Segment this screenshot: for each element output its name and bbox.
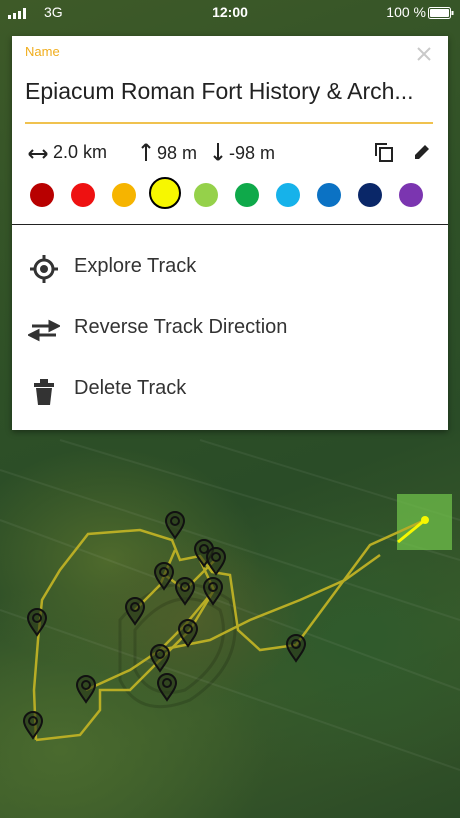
descent-icon [213, 143, 223, 161]
ascent-icon [141, 143, 151, 161]
name-underline [25, 122, 433, 124]
edit-icon[interactable] [412, 142, 432, 167]
color-swatch[interactable] [30, 183, 54, 207]
status-bar: 3G 12:00 100 % [0, 0, 460, 24]
distance-stat: 2.0 km [28, 142, 107, 163]
ascent-value: 98 m [157, 143, 198, 163]
ascent-stat: 98 m [140, 142, 197, 164]
track-path [32, 518, 426, 742]
descent-value: -98 m [229, 143, 276, 163]
reverse-direction-label: Reverse Track Direction [74, 316, 288, 338]
color-swatch[interactable] [399, 183, 423, 207]
divider [12, 224, 448, 225]
battery-icon [428, 6, 454, 22]
copy-icon[interactable] [374, 142, 394, 167]
name-label: Name [25, 44, 60, 59]
descent-stat: -98 m [212, 142, 275, 164]
color-swatch[interactable] [194, 183, 218, 207]
explore-track-label: Explore Track [74, 255, 197, 277]
color-picker [28, 177, 438, 213]
battery-percent: 100 % [386, 4, 426, 20]
color-swatch[interactable] [317, 183, 341, 207]
reverse-direction-button[interactable]: Reverse Track Direction [12, 300, 448, 356]
color-swatch[interactable] [71, 183, 95, 207]
color-swatch[interactable] [112, 183, 136, 207]
color-swatch[interactable] [149, 177, 181, 209]
reverse-direction-icon [28, 319, 60, 342]
delete-track-label: Delete Track [74, 377, 187, 399]
close-icon[interactable] [412, 42, 436, 66]
distance-icon [28, 149, 48, 159]
delete-track-button[interactable]: Delete Track [12, 361, 448, 417]
track-name-input[interactable]: Epiacum Roman Fort History & Arch... [25, 78, 425, 105]
color-swatch[interactable] [276, 183, 300, 207]
color-swatch[interactable] [358, 183, 382, 207]
distance-value: 2.0 km [53, 142, 108, 162]
color-swatch[interactable] [235, 183, 259, 207]
trash-icon [34, 379, 54, 405]
explore-track-icon [30, 255, 58, 283]
track-end-point [421, 516, 429, 524]
track-details-panel: Name Epiacum Roman Fort History & Arch..… [12, 36, 448, 430]
explore-track-button[interactable]: Explore Track [12, 239, 448, 295]
